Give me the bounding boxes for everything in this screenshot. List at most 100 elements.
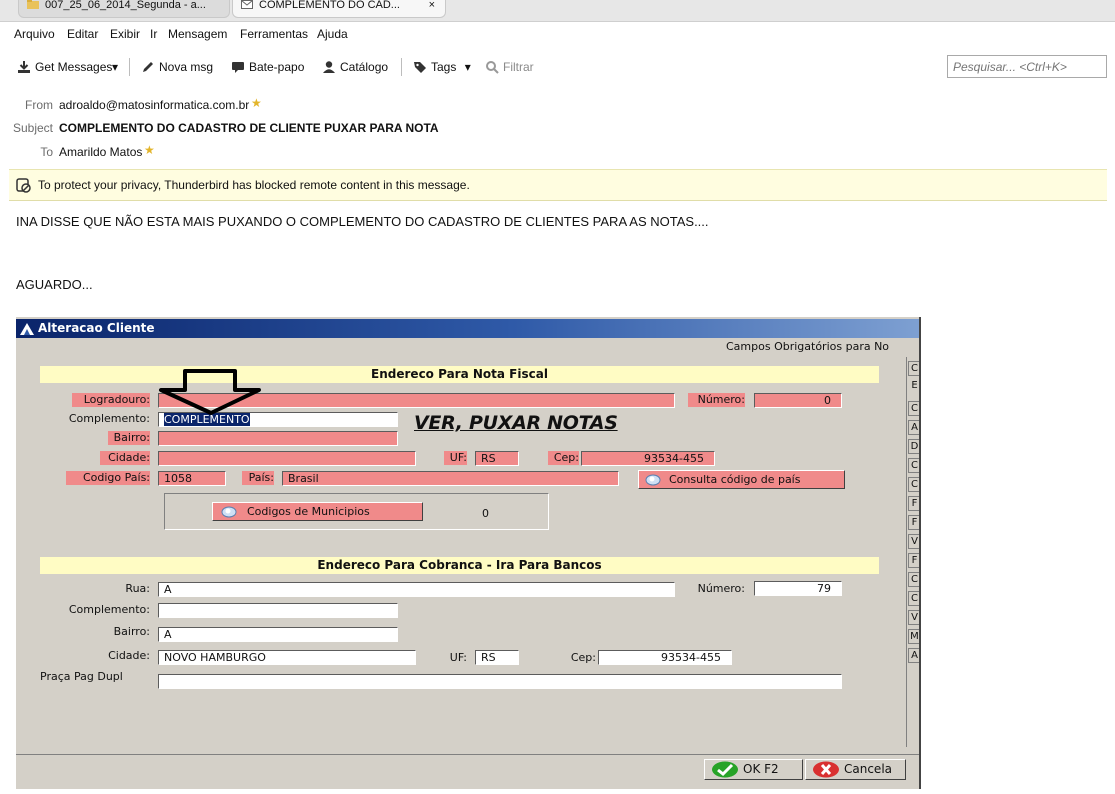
praca-field[interactable] xyxy=(158,674,842,689)
uf-label: UF: xyxy=(444,451,467,465)
codigo-pais-label: Codigo País: xyxy=(66,471,150,485)
side-tab[interactable]: D xyxy=(908,439,919,454)
catalogo-button[interactable]: Catálogo xyxy=(322,52,388,82)
side-tab-edge xyxy=(906,357,907,747)
tab-close-icon[interactable]: × xyxy=(429,0,435,16)
cancel-button-label: Cancela xyxy=(844,762,893,776)
to-label: To xyxy=(40,145,53,159)
cob-complemento-label: Complemento: xyxy=(68,603,150,616)
rua-field[interactable]: A xyxy=(158,582,675,597)
filtrar-button[interactable]: Filtrar xyxy=(485,52,534,82)
logradouro-label: Logradouro: xyxy=(72,393,150,407)
side-tab[interactable]: A xyxy=(908,420,919,435)
from-label: From xyxy=(25,98,53,112)
chat-icon xyxy=(232,62,244,73)
ok-button[interactable]: OK F2 xyxy=(704,759,803,780)
required-fields-note: Campos Obrigatórios para No xyxy=(726,340,890,353)
catalogo-label: Catálogo xyxy=(340,60,389,74)
cob-bairro-field[interactable]: A xyxy=(158,627,398,642)
bairro-field[interactable] xyxy=(158,431,398,446)
get-messages-button[interactable]: Get Messages xyxy=(17,52,112,82)
side-tab[interactable]: C xyxy=(908,401,919,416)
menu-ir[interactable]: Ir xyxy=(150,25,157,43)
tags-button[interactable]: Tags ▾ xyxy=(413,52,471,82)
to-value[interactable]: Amarildo Matos xyxy=(59,145,142,159)
toolbar-divider xyxy=(129,58,130,76)
cancel-button[interactable]: Cancela xyxy=(805,759,906,780)
numero-field[interactable]: 0 xyxy=(754,393,842,408)
bairro-label: Bairro: xyxy=(108,431,150,445)
menu-ferramentas[interactable]: Ferramentas xyxy=(240,25,308,43)
tab-label: 007_25_06_2014_Segunda - a... xyxy=(45,0,206,11)
uf-field[interactable]: RS xyxy=(475,451,519,466)
get-messages-dropdown-icon[interactable]: ▾ xyxy=(112,52,118,82)
side-tab[interactable]: C xyxy=(908,477,919,492)
folder-icon xyxy=(27,0,39,9)
privacy-text: To protect your privacy, Thunderbird has… xyxy=(38,178,470,192)
toolbar-divider xyxy=(401,58,402,76)
cob-cidade-field[interactable]: NOVO HAMBURGO xyxy=(158,650,416,665)
cidade-label: Cidade: xyxy=(100,451,150,465)
bate-papo-label: Bate-papo xyxy=(249,60,305,74)
side-tab[interactable]: A xyxy=(908,648,919,663)
praca-label: Praça Pag Dupl xyxy=(40,670,123,683)
bate-papo-button[interactable]: Bate-papo xyxy=(231,52,304,82)
cep-field[interactable]: 93534-455 xyxy=(581,451,715,466)
side-tab[interactable]: V xyxy=(908,534,919,549)
tab-folder[interactable]: 007_25_06_2014_Segunda - a... xyxy=(18,0,230,18)
cob-cep-field[interactable]: 93534-455 xyxy=(598,650,732,665)
star-icon[interactable]: ★ xyxy=(251,97,262,109)
cob-numero-field[interactable]: 79 xyxy=(754,581,842,596)
pais-field[interactable]: Brasil xyxy=(282,471,619,486)
tab-message[interactable]: COMPLEMENTO DO CAD... × xyxy=(232,0,446,18)
app-logo-icon xyxy=(20,323,34,335)
section-cobranca: Endereco Para Cobranca - Ira Para Bancos xyxy=(40,557,879,574)
pencil-icon xyxy=(143,62,153,72)
side-tab[interactable]: F xyxy=(908,496,919,511)
star-icon[interactable]: ★ xyxy=(144,144,155,156)
tab-label: COMPLEMENTO DO CAD... xyxy=(259,0,400,11)
side-tab[interactable]: F xyxy=(908,553,919,568)
codigo-pais-field[interactable]: 1058 xyxy=(158,471,226,486)
checkmark-icon xyxy=(712,761,738,778)
cob-uf-field[interactable]: RS xyxy=(475,650,519,665)
bottom-divider xyxy=(16,754,919,755)
search-input[interactable] xyxy=(947,55,1107,78)
cob-bairro-label: Bairro: xyxy=(113,625,150,638)
filtrar-label: Filtrar xyxy=(503,60,534,74)
numero-label: Número: xyxy=(688,393,745,407)
menu-editar[interactable]: Editar xyxy=(67,25,98,43)
complemento-label: Complemento: xyxy=(68,412,150,425)
side-tab[interactable]: E xyxy=(908,379,919,394)
side-tab[interactable]: C xyxy=(908,591,919,606)
nova-msg-button[interactable]: Nova msg xyxy=(141,52,213,82)
annotation-text: VER, PUXAR NOTAS xyxy=(414,412,618,434)
blocked-content-icon xyxy=(16,178,31,193)
cob-cep-label: Cep: xyxy=(570,651,596,664)
menu-arquivo[interactable]: Arquivo xyxy=(14,25,55,43)
municipios-button-label: Codigos de Municipios xyxy=(247,505,370,518)
magnifier-icon xyxy=(221,506,237,518)
subject-value: COMPLEMENTO DO CADASTRO DE CLIENTE PUXAR… xyxy=(59,121,439,135)
side-tab[interactable]: C xyxy=(908,361,919,376)
codigos-municipios-button[interactable]: Codigos de Municipios xyxy=(212,502,423,521)
side-tab[interactable]: F xyxy=(908,515,919,530)
side-tab[interactable]: C xyxy=(908,572,919,587)
side-tab[interactable]: V xyxy=(908,610,919,625)
cidade-field[interactable] xyxy=(158,451,416,466)
menu-mensagem[interactable]: Mensagem xyxy=(168,25,227,43)
remote-content-notice: To protect your privacy, Thunderbird has… xyxy=(9,169,1107,201)
tag-icon xyxy=(414,62,426,73)
from-value[interactable]: adroaldo@matosinformatica.com.br xyxy=(59,98,249,112)
pais-label: País: xyxy=(242,471,274,485)
cep-label: Cep: xyxy=(548,451,579,465)
consulta-codigo-pais-button[interactable]: Consulta código de país xyxy=(638,470,845,489)
side-tab[interactable]: M xyxy=(908,629,919,644)
tags-label: Tags xyxy=(431,60,457,74)
cob-complemento-field[interactable] xyxy=(158,603,398,618)
side-tab[interactable]: C xyxy=(908,458,919,473)
download-icon xyxy=(18,61,30,73)
menu-exibir[interactable]: Exibir xyxy=(110,25,140,43)
menu-ajuda[interactable]: Ajuda xyxy=(317,25,348,43)
tab-strip: 007_25_06_2014_Segunda - a... COMPLEMENT… xyxy=(0,0,1115,22)
